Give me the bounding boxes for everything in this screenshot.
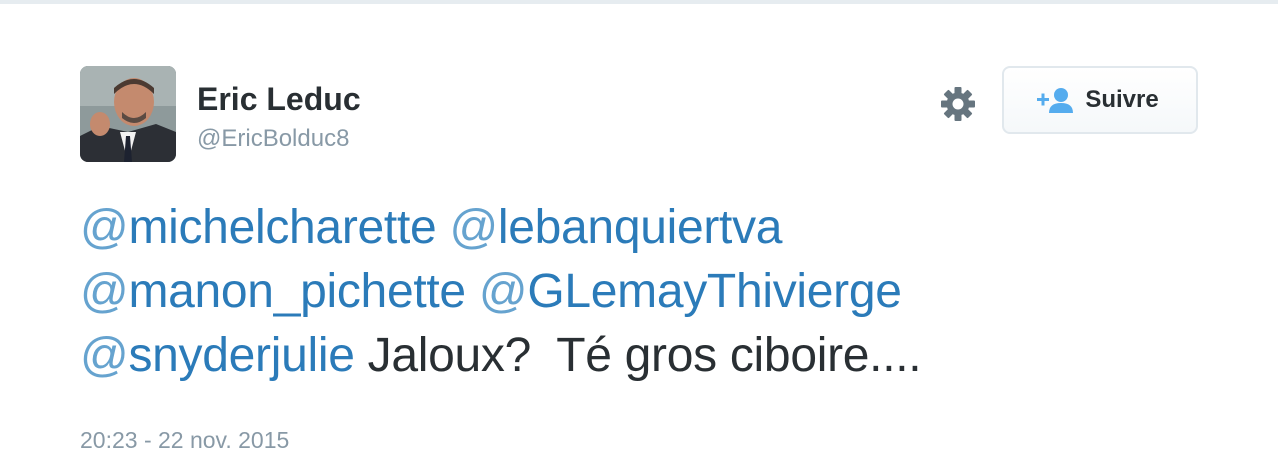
- avatar-photo: [80, 66, 176, 162]
- mention-at: @: [80, 265, 129, 318]
- mention-at: @: [80, 201, 129, 254]
- mention-name: lebanquiertva: [497, 201, 783, 254]
- add-user-icon: [1037, 88, 1074, 113]
- mention-at: @: [478, 265, 528, 318]
- mention-link[interactable]: @lebanquiertva: [449, 201, 782, 254]
- gear-icon[interactable]: [938, 84, 978, 124]
- mention-link[interactable]: @snyderjulie: [80, 329, 355, 382]
- follow-button-label: Suivre: [1085, 86, 1159, 113]
- mention-link[interactable]: @GLemayThivierge: [479, 265, 902, 318]
- author-fullname[interactable]: Eric Leduc: [197, 80, 361, 118]
- mention-name: manon_pichette: [128, 265, 466, 318]
- author-username[interactable]: @EricBolduc8: [197, 124, 349, 154]
- mention-at: @: [449, 201, 498, 254]
- mention-name: michelcharette: [128, 201, 437, 254]
- tweet-card: Eric Leduc @EricBolduc8 Suivre @michelch…: [0, 0, 1278, 456]
- mention-link[interactable]: @michelcharette: [80, 201, 437, 254]
- follow-button[interactable]: Suivre: [1002, 66, 1198, 134]
- tweet-timestamp[interactable]: 20:23 - 22 nov. 2015: [80, 426, 289, 454]
- tweet-body: Jaloux? Té gros ciboire....: [367, 329, 922, 382]
- avatar[interactable]: [80, 66, 176, 162]
- tweet-text: @michelcharette @lebanquiertva @manon_pi…: [80, 196, 1200, 388]
- mention-name: snyderjulie: [128, 329, 355, 382]
- mention-link[interactable]: @manon_pichette: [80, 265, 466, 318]
- mention-at: @: [80, 329, 129, 382]
- mention-name: GLemayThivierge: [527, 265, 902, 318]
